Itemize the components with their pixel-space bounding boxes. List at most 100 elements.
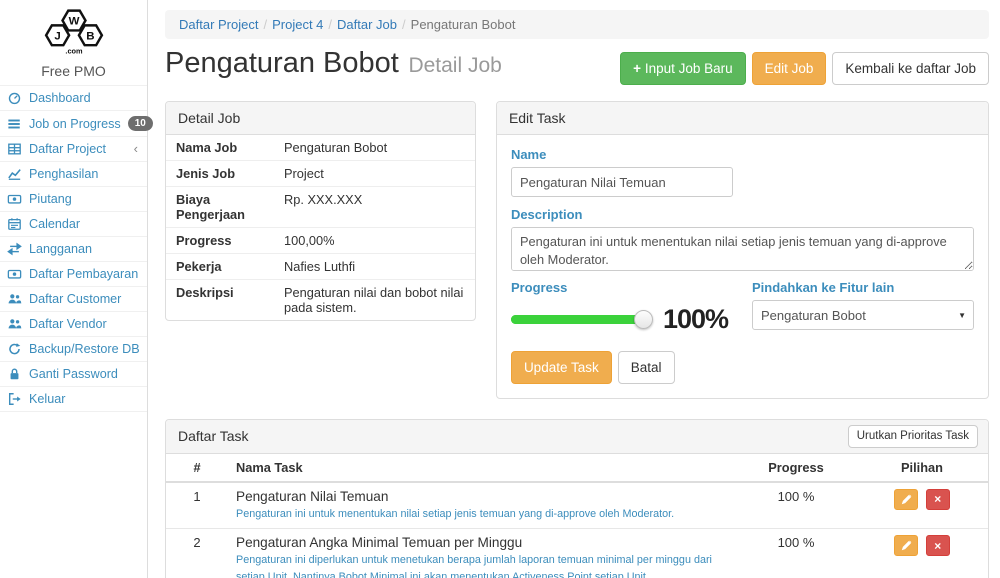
update-task-button[interactable]: Update Task: [511, 351, 612, 384]
detail-value: Rp. XXX.XXX: [281, 187, 475, 227]
detail-label: Nama Job: [166, 135, 281, 160]
detail-job-panel: Detail Job Nama Job Pengaturan Bobot Jen…: [165, 101, 476, 321]
breadcrumb-link-daftar-job[interactable]: Daftar Job: [337, 17, 397, 32]
description-label: Description: [511, 207, 974, 222]
kembali-ke-daftar-job-button[interactable]: Kembali ke daftar Job: [832, 52, 989, 85]
sidebar-item-calendar[interactable]: Calendar: [0, 212, 147, 237]
task-description: Pengaturan ini diperlukan untuk menetuka…: [236, 552, 728, 578]
detail-row-jenis-job: Jenis Job Project: [166, 161, 475, 187]
sidebar-item-dashboard[interactable]: Dashboard: [0, 86, 147, 111]
sidebar-item-penghasilan[interactable]: Penghasilan: [0, 162, 147, 187]
detail-row-biaya: Biaya Pengerjaan Rp. XXX.XXX: [166, 187, 475, 228]
sidebar-item-label: Langganan: [29, 242, 92, 256]
task-actions: ×: [856, 483, 988, 530]
table-row: 2 Pengaturan Angka Minimal Temuan per Mi…: [166, 529, 988, 578]
page-title: Pengaturan Bobot: [165, 47, 399, 79]
job-count-badge: 10: [128, 116, 153, 131]
sidebar-item-label: Daftar Project: [29, 142, 106, 156]
detail-value: Nafies Luthfi: [281, 254, 475, 279]
detail-label: Jenis Job: [166, 161, 281, 186]
daftar-task-panel-title: Daftar Task: [178, 428, 249, 444]
task-name: Pengaturan Nilai Temuan: [236, 489, 728, 504]
brand: W J B .com Free PMO: [0, 0, 147, 85]
list-icon: [7, 117, 22, 131]
column-header-nama-task: Nama Task: [228, 454, 736, 483]
daftar-task-panel: Daftar Task Urutkan Prioritas Task # Nam…: [165, 419, 989, 578]
table-icon: [7, 142, 22, 156]
lock-icon: [7, 367, 22, 381]
task-num: 2: [166, 529, 228, 578]
sidebar-item-daftar-pembayaran[interactable]: Daftar Pembayaran: [0, 262, 147, 287]
header-actions: + Input Job Baru Edit Job Kembali ke daf…: [620, 52, 989, 85]
breadcrumb: Daftar Project/Project 4/Daftar Job/Peng…: [165, 10, 989, 39]
batal-button[interactable]: Batal: [618, 351, 675, 384]
task-num: 1: [166, 483, 228, 530]
delete-task-button[interactable]: ×: [926, 535, 950, 556]
move-feature-label: Pindahkan ke Fitur lain: [752, 280, 974, 295]
urutkan-prioritas-task-button-top[interactable]: Urutkan Prioritas Task: [848, 425, 978, 447]
task-description: Pengaturan ini untuk menentukan nilai se…: [236, 506, 728, 523]
chevron-left-icon: ‹: [134, 144, 140, 154]
svg-text:J: J: [54, 30, 60, 42]
sidebar-item-keluar[interactable]: Keluar: [0, 387, 147, 412]
sidebar-item-langganan[interactable]: Langganan: [0, 237, 147, 262]
detail-row-nama-job: Nama Job Pengaturan Bobot: [166, 135, 475, 161]
sidebar-item-label: Penghasilan: [29, 167, 98, 181]
sidebar-item-label: Daftar Pembayaran: [29, 267, 138, 281]
calendar-icon: [7, 217, 22, 231]
brand-name: Free PMO: [0, 63, 147, 79]
sidebar-item-label: Daftar Vendor: [29, 317, 107, 331]
detail-value: 100,00%: [281, 228, 475, 253]
sidebar-item-job-on-progress[interactable]: Job on Progress 10: [0, 111, 147, 137]
progress-slider-fill: [511, 315, 643, 324]
input-job-baru-button[interactable]: + Input Job Baru: [620, 52, 745, 85]
breadcrumb-link-project-4[interactable]: Project 4: [272, 17, 323, 32]
svg-text:W: W: [68, 16, 79, 28]
detail-job-panel-title: Detail Job: [166, 102, 475, 135]
column-header-pilihan: Pilihan: [856, 454, 988, 483]
svg-text:B: B: [86, 30, 94, 42]
detail-label: Deskripsi: [166, 280, 281, 320]
sidebar-item-label: Backup/Restore DB: [29, 342, 140, 356]
money-icon: [7, 192, 22, 206]
task-actions: ×: [856, 529, 988, 578]
app-window: W J B .com Free PMO Dashboard Job on Pro…: [0, 0, 1000, 578]
edit-task-button[interactable]: [894, 489, 918, 510]
plus-icon: +: [633, 61, 641, 76]
close-icon: ×: [934, 540, 941, 552]
money-icon: [7, 267, 22, 281]
edit-task-button[interactable]: [894, 535, 918, 556]
sidebar-item-daftar-vendor[interactable]: Daftar Vendor: [0, 312, 147, 337]
sidebar-item-ganti-password[interactable]: Ganti Password: [0, 362, 147, 387]
delete-task-button[interactable]: ×: [926, 489, 950, 510]
sidebar-item-daftar-project[interactable]: Daftar Project ‹: [0, 137, 147, 162]
detail-row-progress: Progress 100,00%: [166, 228, 475, 254]
breadcrumb-separator: /: [263, 17, 267, 32]
sidebar-item-label: Calendar: [29, 217, 80, 231]
sidebar-item-piutang[interactable]: Piutang: [0, 187, 147, 212]
task-name-input[interactable]: [511, 167, 733, 197]
sidebar: W J B .com Free PMO Dashboard Job on Pro…: [0, 0, 148, 578]
sidebar-item-backup-restore[interactable]: Backup/Restore DB: [0, 337, 147, 362]
repeat-icon: [7, 242, 22, 256]
page-header: Pengaturan Bobot Detail Job + Input Job …: [165, 47, 989, 85]
detail-label: Pekerja: [166, 254, 281, 279]
progress-slider-handle[interactable]: [634, 310, 653, 329]
move-feature-select[interactable]: Pengaturan Bobot: [752, 300, 974, 330]
breadcrumb-separator: /: [328, 17, 332, 32]
edit-job-button[interactable]: Edit Job: [752, 52, 827, 85]
name-label: Name: [511, 147, 974, 162]
sidebar-item-label: Keluar: [29, 392, 65, 406]
sidebar-item-daftar-customer[interactable]: Daftar Customer: [0, 287, 147, 312]
dashboard-icon: [7, 91, 22, 105]
detail-label: Progress: [166, 228, 281, 253]
breadcrumb-link-daftar-project[interactable]: Daftar Project: [179, 17, 258, 32]
pencil-icon: [901, 494, 912, 505]
page-title-group: Pengaturan Bobot Detail Job: [165, 47, 502, 80]
main-content: Daftar Project/Project 4/Daftar Job/Peng…: [149, 0, 1000, 578]
task-progress: 100 %: [736, 529, 856, 578]
jwb-logo-icon: W J B .com: [33, 7, 115, 57]
detail-job-table: Nama Job Pengaturan Bobot Jenis Job Proj…: [166, 135, 475, 320]
progress-slider[interactable]: [511, 315, 643, 324]
task-description-textarea[interactable]: Pengaturan ini untuk menentukan nilai se…: [511, 227, 974, 271]
